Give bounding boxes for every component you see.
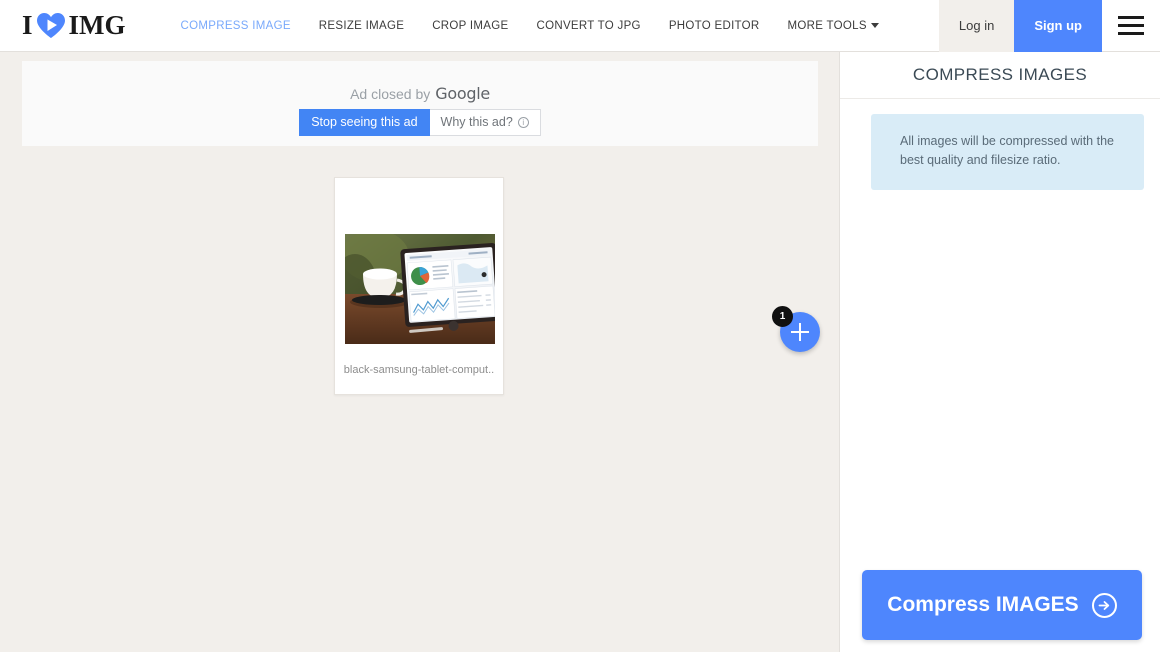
heart-icon — [36, 12, 66, 39]
ad-buttons: Stop seeing this ad Why this ad? i — [299, 109, 541, 136]
nav-item-photo-editor[interactable]: PHOTO EDITOR — [655, 20, 774, 32]
nav-item-crop-image[interactable]: CROP IMAGE — [418, 20, 522, 32]
info-icon: i — [517, 116, 529, 128]
header-actions: Log in Sign up — [938, 0, 1160, 52]
sidebar-panel: COMPRESS IMAGES All images will be compr… — [839, 52, 1160, 652]
why-this-ad-label: Why this ad? — [440, 115, 513, 129]
compress-images-label: Compress IMAGES — [887, 593, 1079, 616]
page-title: COMPRESS IMAGES — [840, 52, 1160, 99]
ad-banner: Ad closed by Google Stop seeing this ad … — [22, 61, 818, 146]
thumbnail-image — [345, 234, 495, 344]
main-nav: COMPRESS IMAGE RESIZE IMAGE CROP IMAGE C… — [167, 20, 893, 32]
ad-closed-text: Ad closed by — [350, 86, 431, 102]
site-header: I IMG COMPRESS IMAGE RESIZE IMAGE CROP I… — [0, 0, 1160, 52]
ad-closed-label: Ad closed by Google — [350, 84, 490, 103]
chevron-down-icon — [870, 22, 879, 28]
logo-text-post: IMG — [68, 10, 126, 40]
image-count-badge: 1 — [772, 306, 793, 327]
google-brand: Google — [435, 84, 490, 103]
nav-item-compress-image[interactable]: COMPRESS IMAGE — [167, 20, 305, 32]
logo[interactable]: I IMG — [22, 10, 126, 41]
nav-item-resize-image[interactable]: RESIZE IMAGE — [305, 20, 418, 32]
arrow-right-circle-icon — [1091, 592, 1117, 618]
login-button[interactable]: Log in — [938, 0, 1015, 52]
info-message: All images will be compressed with the b… — [871, 114, 1144, 190]
nav-item-more-tools[interactable]: MORE TOOLS — [774, 20, 893, 32]
logo-text-pre: I — [22, 10, 33, 40]
hamburger-icon[interactable] — [1102, 0, 1160, 52]
why-this-ad-button[interactable]: Why this ad? i — [429, 109, 541, 136]
signup-button[interactable]: Sign up — [1014, 0, 1102, 52]
image-thumbnail-card[interactable]: black-samsung-tablet-comput.. — [334, 177, 504, 395]
thumbnail-filename: black-samsung-tablet-comput.. — [343, 364, 495, 376]
compress-images-button[interactable]: Compress IMAGES — [862, 570, 1142, 640]
stop-seeing-ad-button[interactable]: Stop seeing this ad — [299, 109, 430, 136]
nav-item-convert-to-jpg[interactable]: CONVERT TO JPG — [522, 20, 654, 32]
workspace: black-samsung-tablet-comput.. 1 — [0, 146, 839, 652]
